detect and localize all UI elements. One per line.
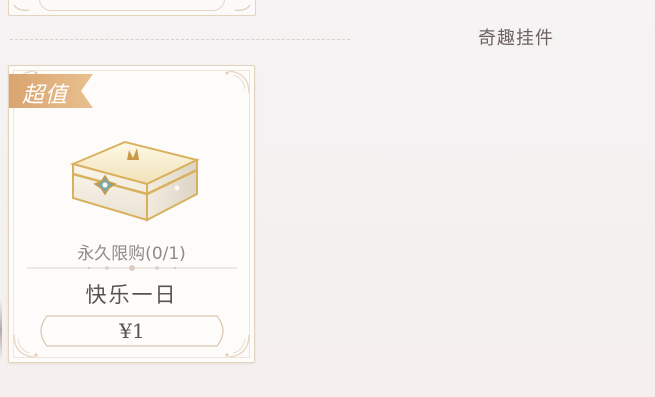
corner-flourish-icon [234, 4, 251, 12]
price-button[interactable]: ¥1 [33, 315, 231, 347]
corner-flourish-icon [225, 70, 250, 94]
edge-shadow [0, 300, 2, 360]
badge-label: 超值 [22, 83, 69, 108]
ornament-divider [27, 265, 237, 271]
corner-flourish-icon [13, 4, 30, 12]
treasure-chest-icon [69, 140, 200, 222]
purchase-limit-label: 永久限购(0/1) [77, 244, 186, 264]
section-title: 奇趣挂件 [478, 28, 554, 49]
previous-item-price-button[interactable] [39, 0, 225, 11]
price-label: ¥1 [119, 319, 145, 343]
previous-item-card[interactable] [8, 0, 256, 16]
shop-item-card[interactable]: 超值 永久限购(0/1) 快乐一日 ¥1 [8, 65, 255, 363]
value-badge: 超值 [9, 74, 93, 108]
item-name: 快乐一日 [85, 283, 178, 307]
section-divider [10, 39, 350, 40]
